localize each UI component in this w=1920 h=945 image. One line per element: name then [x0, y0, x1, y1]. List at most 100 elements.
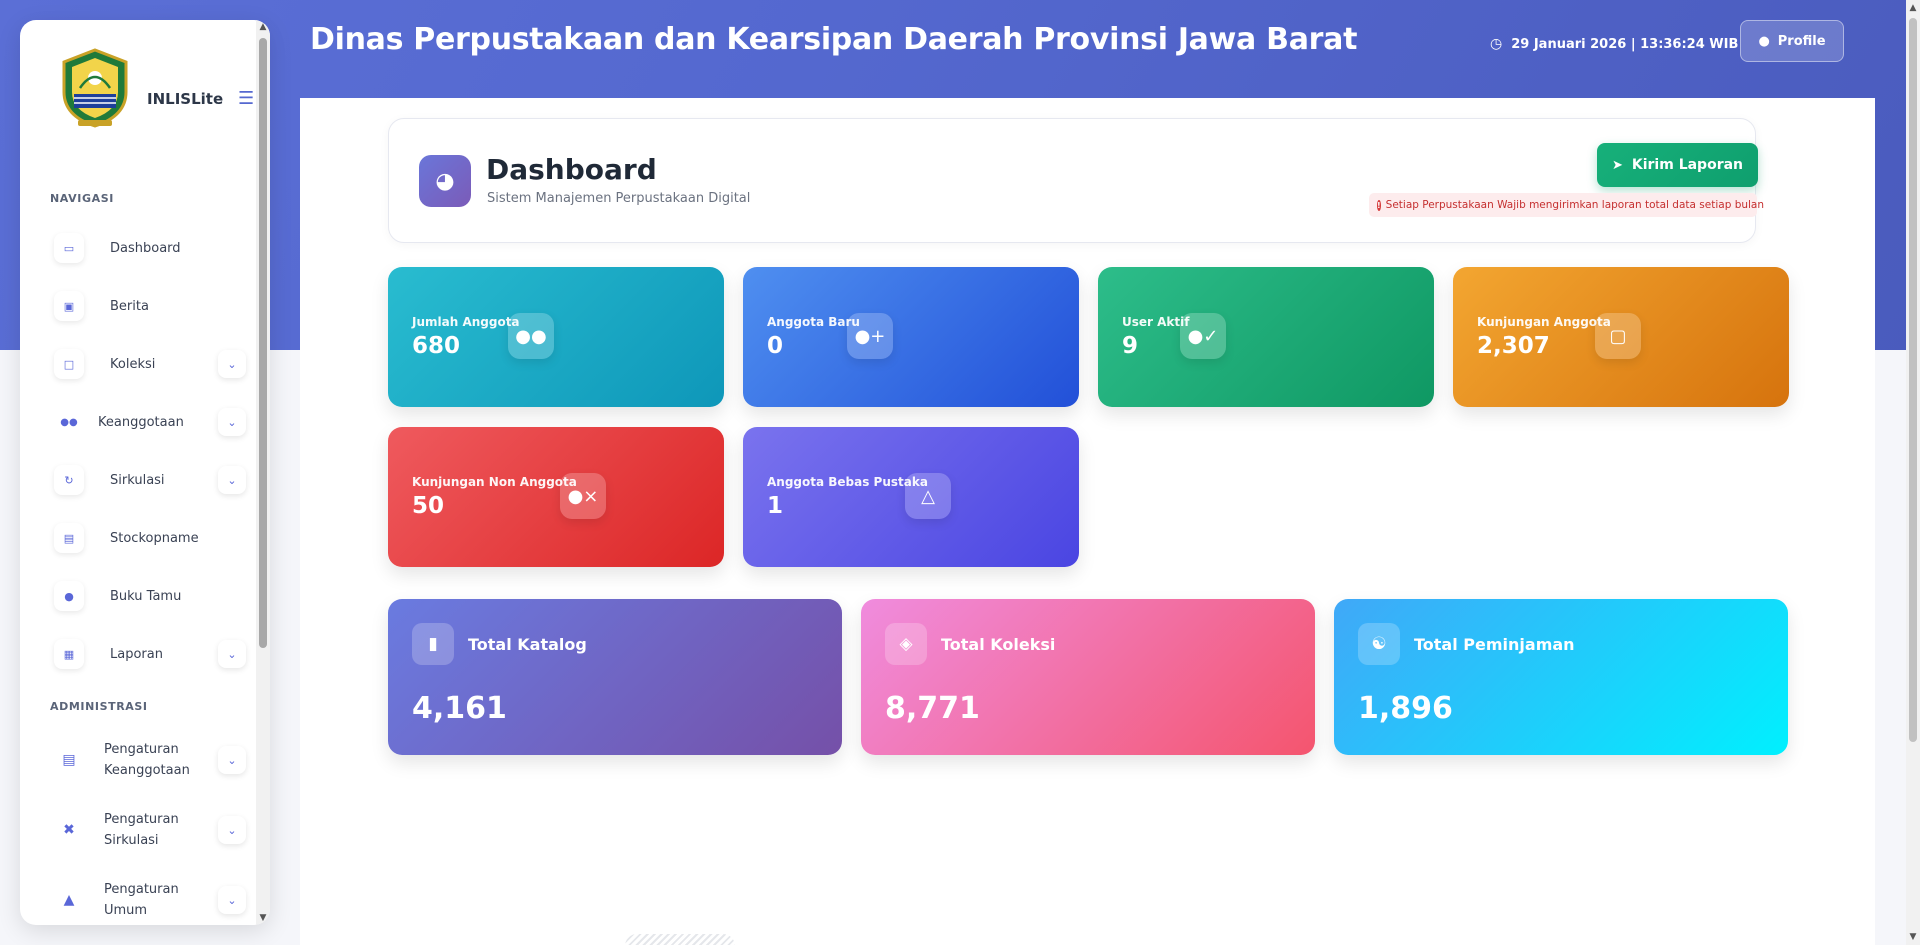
stat-label: Jumlah Anggota: [412, 315, 520, 329]
stat-label: Kunjungan Anggota: [1477, 315, 1611, 329]
scroll-down-arrow-icon[interactable]: ▼: [1908, 932, 1918, 942]
stat-label: Kunjungan Non Anggota: [412, 475, 577, 489]
id-card-icon: ▤: [62, 752, 76, 768]
sidebar-item-label: Sirkulasi: [110, 472, 165, 488]
stat-card-kunjungan-non-anggota[interactable]: Kunjungan Non Anggota 50 ●×: [388, 427, 724, 567]
stat-value: 2,307: [1477, 333, 1550, 359]
sidebar-item-label: Buku Tamu: [110, 588, 182, 604]
stat-value: 1: [767, 493, 784, 519]
stat-card-anggota-bebas-pustaka[interactable]: Anggota Bebas Pustaka 1 △: [743, 427, 1079, 567]
stat-label: Anggota Bebas Pustaka: [767, 475, 928, 489]
stat-value: 680: [412, 333, 461, 359]
sidebar-item-stockopname[interactable]: ▤ Stockopname: [54, 518, 250, 558]
door-open-icon: ▢: [1595, 313, 1641, 359]
stat-value: 0: [767, 333, 784, 359]
total-value: 4,161: [412, 691, 507, 726]
chart-icon: ▦: [54, 639, 84, 669]
sidebar-item-label: Pengaturan Umum: [104, 882, 179, 918]
chevron-down-icon[interactable]: ⌄: [218, 746, 246, 774]
sidebar-item-sirkulasi[interactable]: ↻ Sirkulasi ⌄: [54, 460, 250, 500]
window-scrollbar[interactable]: ▲ ▼: [1906, 0, 1920, 945]
total-card-koleksi[interactable]: ◈ Total Koleksi 8,771: [861, 599, 1315, 755]
total-card-katalog[interactable]: ▮ Total Katalog 4,161: [388, 599, 842, 755]
sidebar: INLISLite ☰ NAVIGASI ▭ Dashboard ▣ Berit…: [20, 20, 270, 925]
chevron-down-icon[interactable]: ⌄: [218, 816, 246, 844]
graduation-cap-icon: △: [905, 473, 951, 519]
layers-icon: ◈: [885, 623, 927, 665]
total-value: 1,896: [1358, 691, 1453, 726]
total-label: Total Koleksi: [941, 635, 1056, 654]
notice-text: Setiap Perpustakaan Wajib mengirimkan la…: [1385, 199, 1765, 211]
admin-section-title: ADMINISTRASI: [50, 700, 148, 713]
user-plus-icon: ●+: [847, 313, 893, 359]
sidebar-item-label: Pengaturan Keanggotaan: [104, 742, 190, 778]
user-icon: ●: [54, 581, 84, 611]
scroll-up-arrow-icon[interactable]: ▲: [258, 22, 268, 32]
datetime-text: 29 Januari 2026 | 13:36:24 WIB: [1511, 36, 1739, 52]
stat-card-kunjungan-anggota[interactable]: Kunjungan Anggota 2,307 ▢: [1453, 267, 1789, 407]
refresh-icon: ↻: [54, 465, 84, 495]
chevron-down-icon[interactable]: ⌄: [218, 466, 246, 494]
stat-card-jumlah-anggota[interactable]: Jumlah Anggota 680 ●●: [388, 267, 724, 407]
scroll-down-arrow-icon[interactable]: ▼: [258, 913, 268, 923]
exclamation-circle-icon: !: [1377, 199, 1381, 211]
users-icon: ●●: [60, 416, 78, 428]
stat-card-anggota-baru[interactable]: Anggota Baru 0 ●+: [743, 267, 1079, 407]
clipboard-icon: ▤: [54, 523, 84, 553]
chevron-down-icon[interactable]: ⌄: [218, 640, 246, 668]
handshake-icon: ☯: [1358, 623, 1400, 665]
stat-value: 50: [412, 493, 445, 519]
sidebar-item-label: Stockopname: [110, 530, 199, 546]
sidebar-item-buku-tamu[interactable]: ● Buku Tamu: [54, 576, 250, 616]
user-check-icon: ●✓: [1180, 313, 1226, 359]
sidebar-item-label: Laporan: [110, 646, 163, 662]
dashboard-title: Dashboard: [486, 153, 657, 186]
total-label: Total Peminjaman: [1414, 635, 1575, 654]
stat-value: 9: [1122, 333, 1139, 359]
sidebar-item-label: Keanggotaan: [98, 414, 184, 430]
sidebar-scroll-thumb[interactable]: [259, 38, 267, 648]
window-scroll-thumb[interactable]: [1909, 18, 1917, 742]
total-value: 8,771: [885, 691, 980, 726]
book-icon: ▮: [412, 623, 454, 665]
sidebar-item-label: Berita: [110, 298, 149, 314]
sidebar-item-laporan[interactable]: ▦ Laporan ⌄: [54, 634, 250, 674]
dashboard-subtitle: Sistem Manajemen Perpustakaan Digital: [487, 191, 751, 206]
total-card-peminjaman[interactable]: ☯ Total Peminjaman 1,896: [1334, 599, 1788, 755]
sidebar-item-pengaturan-sirkulasi[interactable]: ✖ Pengaturan Sirkulasi ⌄: [54, 805, 250, 855]
speedometer-icon: ◕: [419, 155, 471, 207]
sidebar-item-dashboard[interactable]: ▭ Dashboard: [54, 228, 250, 268]
clock-icon: ◷: [1490, 36, 1503, 52]
total-label: Total Katalog: [468, 635, 587, 654]
newspaper-icon: ▣: [54, 291, 84, 321]
app-brand: INLISLite: [147, 90, 224, 108]
sidebar-item-label: Pengaturan Sirkulasi: [104, 812, 179, 848]
chevron-down-icon[interactable]: ⌄: [218, 886, 246, 914]
user-icon: ●: [1758, 33, 1770, 49]
nav-section-title: NAVIGASI: [50, 192, 114, 205]
report-notice: ! Setiap Perpustakaan Wajib mengirimkan …: [1369, 193, 1764, 217]
menu-toggle-icon[interactable]: ☰: [238, 88, 254, 109]
sidebar-item-pengaturan-umum[interactable]: ▲ Pengaturan Umum ⌄: [54, 875, 250, 925]
chevron-down-icon[interactable]: ⌄: [218, 408, 246, 436]
chevron-down-icon[interactable]: ⌄: [218, 350, 246, 378]
dashboard-header-card: ◕ Dashboard Sistem Manajemen Perpustakaa…: [388, 118, 1764, 243]
sidebar-scrollbar[interactable]: ▲ ▼: [256, 20, 270, 925]
sidebar-item-berita[interactable]: ▣ Berita: [54, 286, 250, 326]
sidebar-item-pengaturan-keanggotaan[interactable]: ▤ Pengaturan Keanggotaan ⌄: [54, 735, 250, 785]
send-report-button[interactable]: ➤ Kirim Laporan: [1597, 143, 1758, 187]
sidebar-item-keanggotaan[interactable]: ●● Keanggotaan ⌄: [54, 402, 250, 442]
scroll-up-arrow-icon[interactable]: ▲: [1908, 3, 1918, 13]
folder-open-icon: ▲: [63, 892, 75, 908]
stat-card-user-aktif[interactable]: User Aktif 9 ●✓: [1098, 267, 1434, 407]
monitor-icon: ▭: [54, 233, 84, 263]
footer-decoration: [625, 934, 735, 945]
paper-plane-icon: ➤: [1611, 157, 1623, 173]
sidebar-item-label: Dashboard: [110, 240, 181, 256]
sidebar-item-koleksi[interactable]: □ Koleksi ⌄: [54, 344, 250, 384]
tools-icon: ✖: [63, 822, 75, 838]
profile-button[interactable]: ● Profile: [1740, 20, 1844, 62]
user-times-icon: ●×: [560, 473, 606, 519]
send-report-label: Kirim Laporan: [1631, 157, 1744, 173]
datetime-display: ◷ 29 Januari 2026 | 13:36:24 WIB: [1490, 36, 1738, 52]
